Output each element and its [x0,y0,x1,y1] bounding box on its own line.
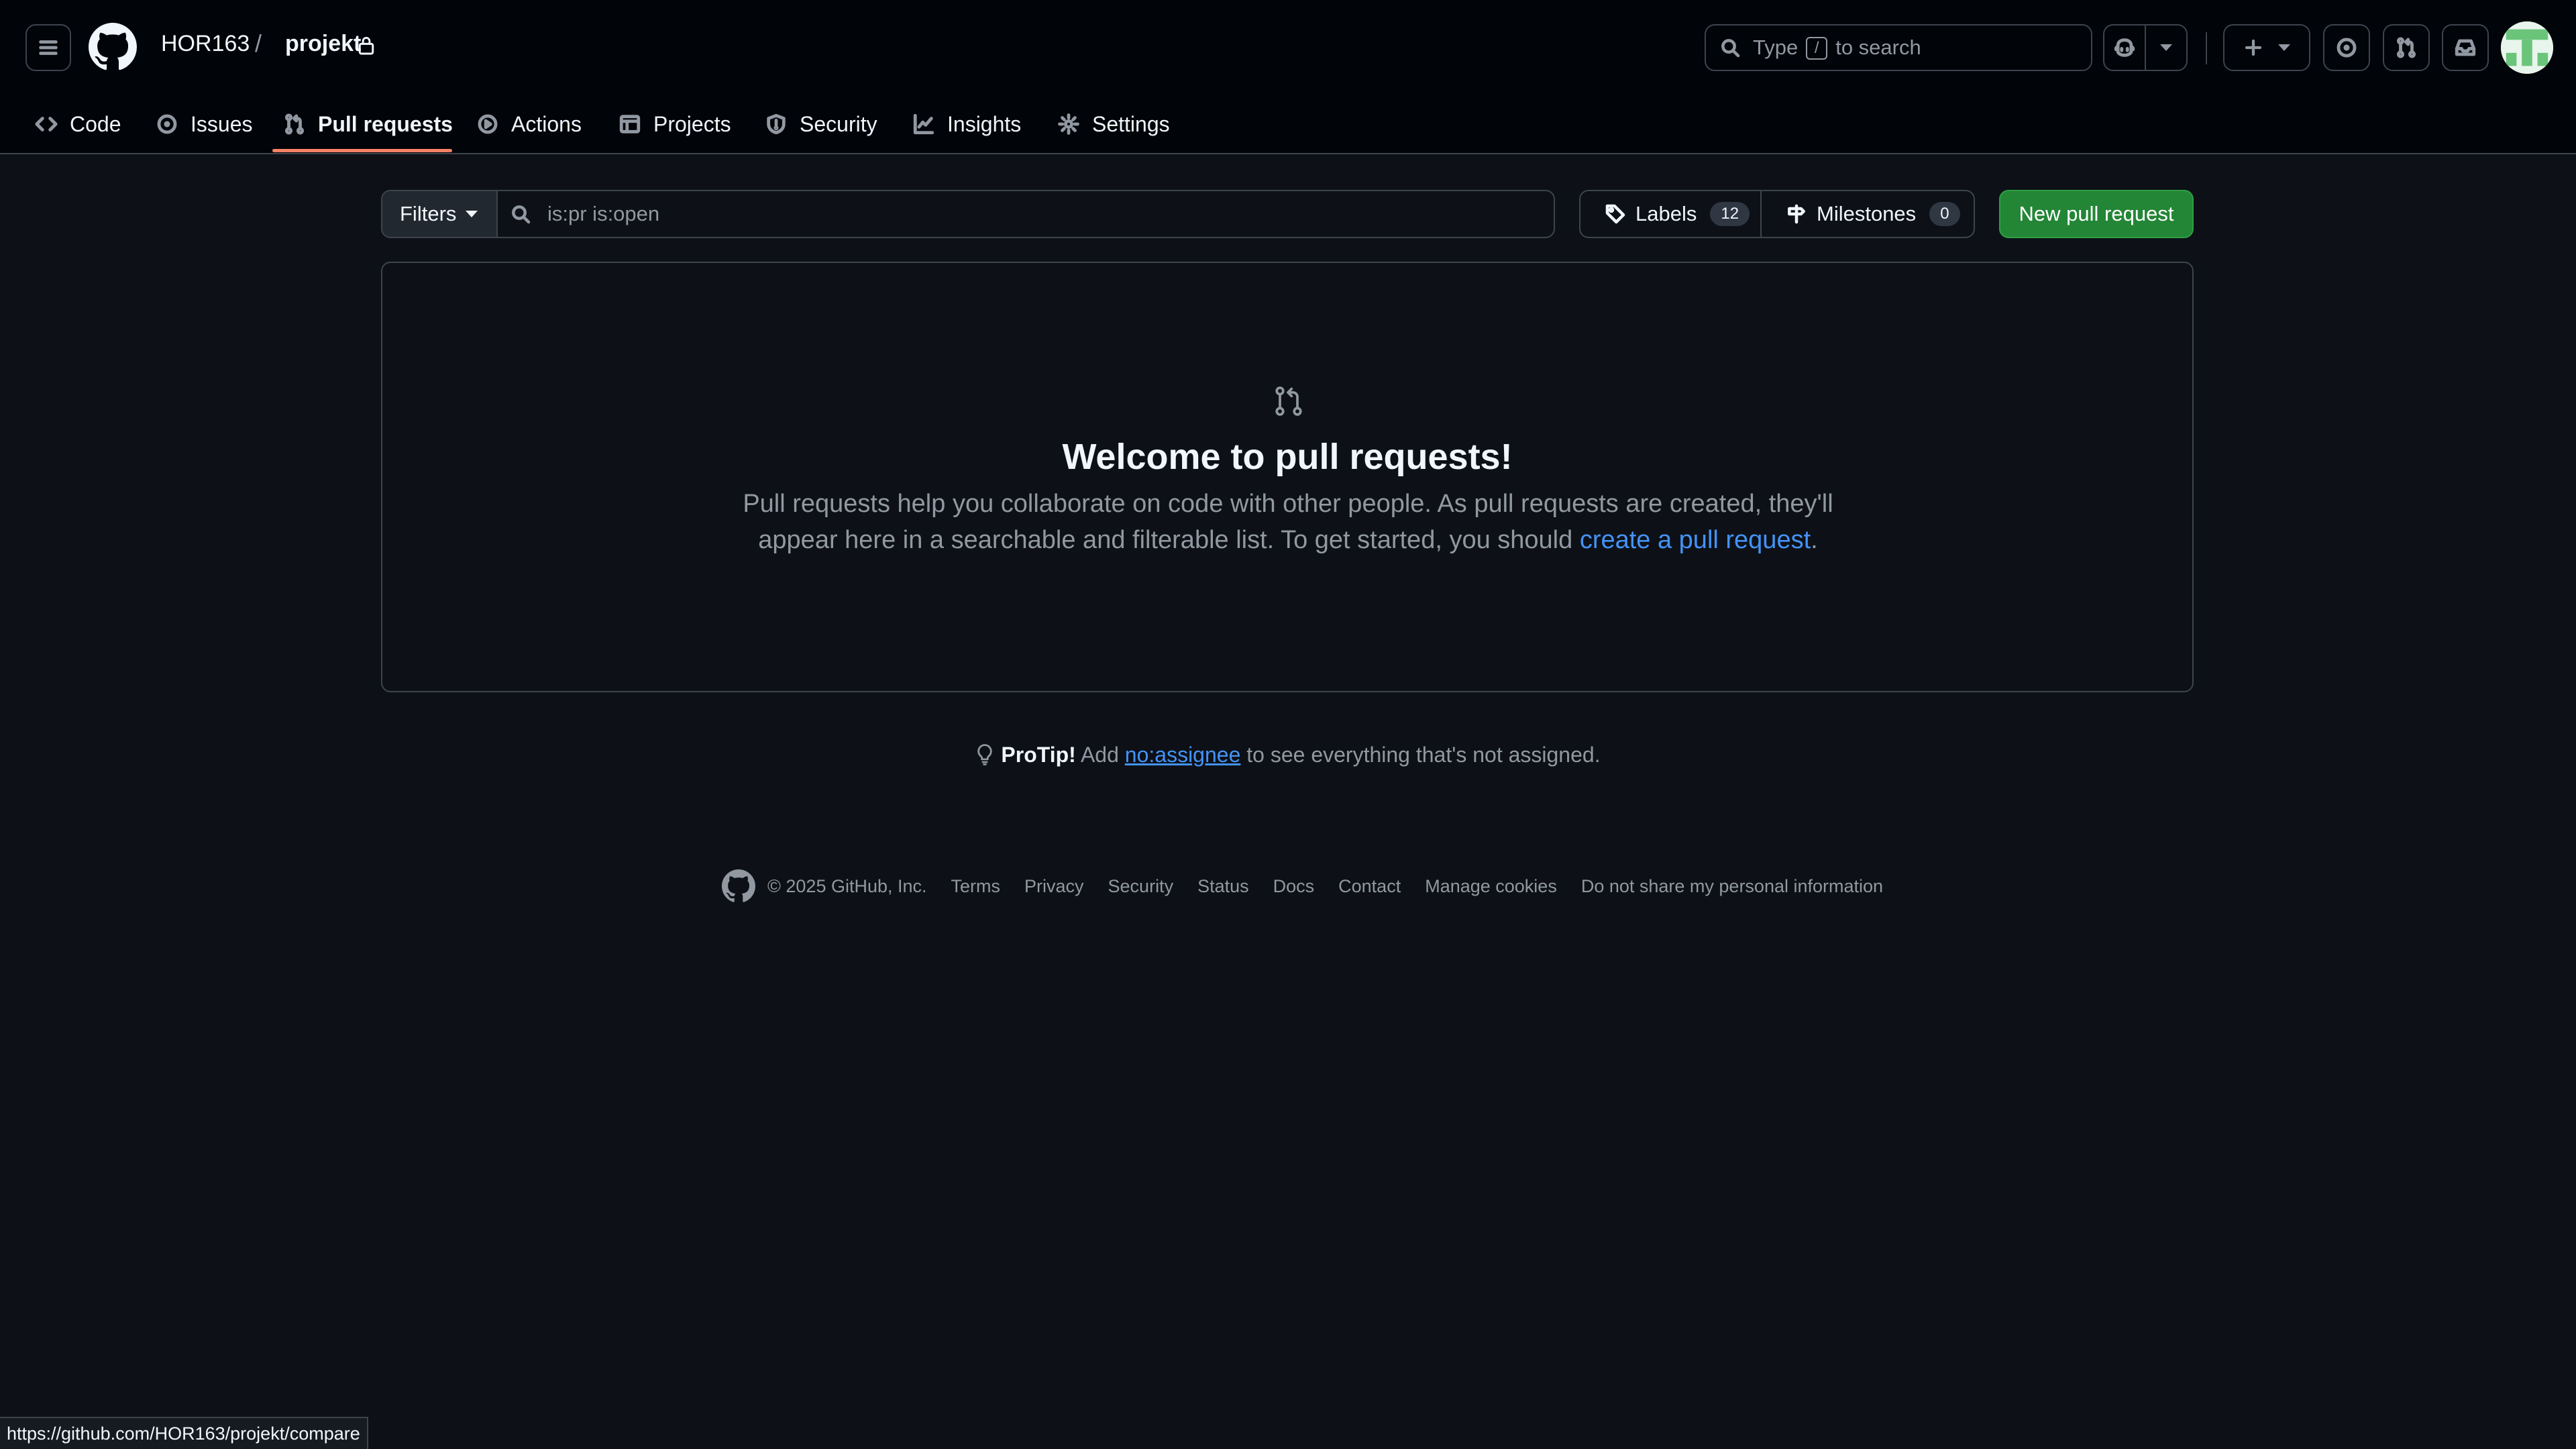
play-icon [478,114,498,134]
tab-projects[interactable]: Projects [619,94,731,154]
tab-label: Security [800,111,877,136]
tab-label: Issues [191,111,253,136]
issue-opened-icon [2337,38,2357,58]
footer-link-status[interactable]: Status [1197,876,1249,897]
identicon-avatar-icon [2501,21,2553,74]
tab-settings[interactable]: Settings [1057,94,1170,154]
empty-state-title: Welcome to pull requests! [1062,437,1513,477]
git-pull-request-icon [284,113,305,135]
pull-request-search-input[interactable] [547,202,1487,226]
filters-dropdown-button[interactable]: Filters [382,191,498,237]
inbox-button[interactable] [2442,24,2489,71]
copilot-button-group [2103,24,2188,71]
labels-count-badge: 12 [1710,202,1750,226]
git-pull-request-icon [1275,386,1302,416]
filter-bar: Filters [381,190,1555,238]
repo-nav: Code Issues Pull requests Actions Projec… [0,94,2576,154]
menu-button[interactable] [25,24,71,71]
your-pull-requests-button[interactable] [2383,24,2430,71]
search-hint-suffix: to search [1835,35,1921,59]
new-pull-request-button[interactable]: New pull request [1999,190,2194,238]
status-bar-url: https://github.com/HOR163/projekt/compar… [0,1417,368,1449]
protip: ProTip! Add no:assignee to see everythin… [0,743,2576,767]
light-bulb-icon [977,744,993,765]
shield-icon [767,113,786,135]
chevron-down-icon [2160,44,2172,51]
plus-icon [2245,39,2262,56]
tab-code[interactable]: Code [35,94,121,154]
app-header: HOR163 / projekt Type / to search Code I… [0,0,2576,154]
empty-state-description: Pull requests help you collaborate on co… [738,486,1838,558]
tab-label: Actions [511,111,582,136]
footer-link-docs[interactable]: Docs [1273,876,1315,897]
tab-pull-requests[interactable]: Pull requests [283,94,453,154]
tab-label: Settings [1092,111,1170,136]
no-assignee-link[interactable]: no:assignee [1125,743,1241,767]
tab-issues[interactable]: Issues [156,94,252,154]
protip-text-pre: Add [1080,743,1119,767]
filter-input-wrapper [498,191,1554,237]
labels-label: Labels [1635,202,1697,225]
breadcrumb-owner-link[interactable]: HOR163 [161,31,250,57]
lock-icon [358,37,374,55]
footer-link-contact[interactable]: Contact [1338,876,1401,897]
empty-state-panel: Welcome to pull requests! Pull requests … [381,262,2194,692]
graph-icon [913,113,934,135]
issue-opened-icon [157,114,177,134]
milestones-button[interactable]: Milestones 0 [1762,191,1974,237]
tab-label: Insights [947,111,1022,136]
milestones-label: Milestones [1817,202,1917,225]
inbox-icon [2455,39,2476,56]
tab-label: Code [70,111,121,136]
github-logo-icon[interactable] [89,23,137,71]
footer: © 2025 GitHub, Inc. Terms Privacy Securi… [722,869,1883,903]
code-icon [35,117,58,131]
empty-state-text-end: . [1811,526,1818,554]
copilot-button[interactable] [2104,25,2145,70]
tab-label: Pull requests [318,111,453,136]
filters-label: Filters [400,202,457,225]
milestone-icon [1788,204,1805,224]
footer-link-terms[interactable]: Terms [951,876,1001,897]
labels-button[interactable]: Labels 12 [1580,191,1762,237]
create-new-button[interactable] [2223,24,2310,71]
search-hint: Type / to search [1753,36,1921,60]
copilot-menu-button[interactable] [2145,25,2186,70]
table-icon [619,115,641,133]
chevron-down-icon [2278,44,2290,51]
footer-link-security[interactable]: Security [1108,876,1174,897]
footer-link-manage-cookies[interactable]: Manage cookies [1425,876,1557,897]
protip-text-post: to see everything that's not assigned. [1246,743,1601,767]
tag-icon [1605,204,1625,224]
chevron-down-icon [466,211,478,217]
footer-link-privacy[interactable]: Privacy [1024,876,1084,897]
footer-link-do-not-share[interactable]: Do not share my personal information [1581,876,1883,897]
tab-label: Projects [653,111,731,136]
tab-actions[interactable]: Actions [476,94,582,154]
github-logo-icon[interactable] [722,869,755,903]
search-icon [512,205,531,224]
header-divider [2206,32,2207,64]
labels-milestones-group: Labels 12 Milestones 0 [1579,190,1975,238]
protip-label: ProTip! [1001,743,1076,767]
gear-icon [1058,113,1079,135]
tab-insights[interactable]: Insights [912,94,1021,154]
active-tab-underline [272,149,452,152]
global-search-input[interactable]: Type / to search [1705,24,2092,71]
footer-copyright: © 2025 GitHub, Inc. [767,875,927,896]
breadcrumb-repo-link[interactable]: projekt [285,31,361,57]
search-hint-prefix: Type [1753,35,1799,59]
slash-key-hint: / [1806,37,1828,60]
search-icon [1721,39,1740,58]
create-pull-request-link[interactable]: create a pull request [1580,526,1811,554]
milestones-count-badge: 0 [1929,202,1960,226]
git-pull-request-icon [2396,37,2416,58]
tab-security[interactable]: Security [765,94,877,154]
breadcrumb-separator: / [255,30,262,57]
user-avatar[interactable] [2501,21,2553,74]
your-issues-button[interactable] [2323,24,2370,71]
copilot-icon [2114,38,2135,57]
hamburger-icon [39,40,58,55]
